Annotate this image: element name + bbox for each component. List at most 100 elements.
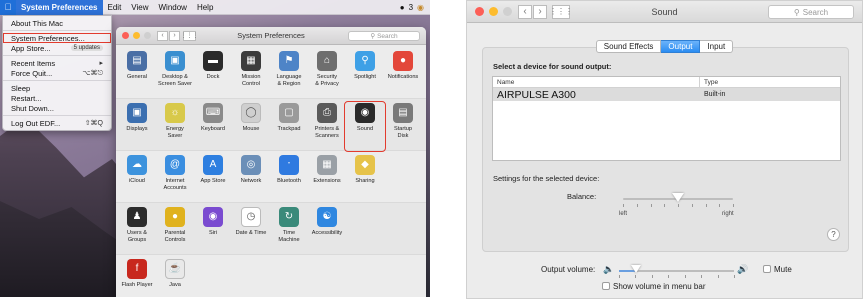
balance-tick (719, 204, 721, 207)
show-all-grid-icon[interactable]: ⋮⋮⋮ (181, 30, 199, 41)
output-device-table: Name Type AIRPULSE A300 Built-in (492, 76, 841, 161)
tab-sound-effects[interactable]: Sound Effects (595, 40, 662, 53)
menu-window[interactable]: Window (154, 3, 192, 12)
apple-menu-item[interactable]: Restart... (3, 93, 111, 103)
extension-icon[interactable]: ◉ (417, 3, 424, 12)
pref-pane-icloud[interactable]: ☁ iCloud (118, 155, 156, 202)
pref-pane-label: Mouse (242, 126, 260, 132)
volume-tick (701, 275, 703, 278)
cloud-icon: ☁ (127, 155, 147, 175)
table-row[interactable]: AIRPULSE A300 Built-in (493, 88, 840, 101)
column-header-name[interactable]: Name (493, 76, 700, 88)
apple-menu-item-label: Force Quit... (11, 68, 53, 78)
pref-pane-flash-player[interactable]: f Flash Player (118, 259, 156, 297)
apple-menu-item[interactable]: About This Mac (3, 18, 111, 28)
pref-pane-desktop-screen-saver[interactable]: ▣ Desktop & Screen Saver (156, 51, 194, 98)
back-icon[interactable]: ‹ (157, 30, 168, 41)
speaker-low-icon: 🔈 (603, 264, 615, 274)
pref-pane-mouse[interactable]: ◯ Mouse (232, 103, 270, 150)
device-name: AIRPULSE A300 (497, 88, 576, 101)
close-icon[interactable] (122, 32, 129, 39)
pref-pane-extensions[interactable]: ▦ Extensions (308, 155, 346, 202)
pref-pane-network[interactable]: ◎ Network (232, 155, 270, 202)
apple-menu-icon[interactable]:  (0, 0, 16, 15)
pref-pane-spotlight[interactable]: ⚲ Spotlight (346, 51, 384, 98)
pref-pane-label: Trackpad (277, 126, 301, 132)
volume-slider-knob[interactable] (631, 265, 642, 273)
pref-pane-parental-controls[interactable]: ● Parental Controls (156, 207, 194, 254)
menu-edit[interactable]: Edit (103, 3, 127, 12)
zoom-icon[interactable] (144, 32, 151, 39)
pref-pane-date-time[interactable]: ◷ Date & Time (232, 207, 270, 254)
flash-icon: f (127, 259, 147, 279)
pref-pane-accessibility[interactable]: ☯ Accessibility (308, 207, 346, 254)
pref-pane-trackpad[interactable]: ▢ Trackpad (270, 103, 308, 150)
notifications-icon: ● (393, 51, 413, 71)
pref-pane-users-groups[interactable]: ♟ Users & Groups (118, 207, 156, 254)
menu-help[interactable]: Help (192, 3, 218, 12)
prefs-row: f Flash Player ☕ Java (116, 255, 426, 297)
zoom-icon[interactable] (503, 7, 512, 16)
tab-output[interactable]: Output (661, 40, 701, 53)
pref-pane-dock[interactable]: ▬ Dock (194, 51, 232, 98)
menu-view[interactable]: View (126, 3, 153, 12)
minimize-icon[interactable] (489, 7, 498, 16)
pref-pane-label: Parental Controls (164, 230, 186, 243)
prefs-search-placeholder: Search (377, 32, 398, 40)
apple-menu-item[interactable]: System Preferences... (3, 33, 111, 43)
sharing-icon: ◆ (355, 155, 375, 175)
prefs-search-field[interactable]: ⚲ Search (348, 31, 420, 41)
pref-pane-label: Energy Saver (166, 126, 184, 139)
pref-pane-keyboard[interactable]: ⌨ Keyboard (194, 103, 232, 150)
pref-pane-general[interactable]: ▤ General (118, 51, 156, 98)
pref-pane-displays[interactable]: ▣ Displays (118, 103, 156, 150)
pref-pane-startup-disk[interactable]: ▤ Startup Disk (384, 103, 422, 150)
pref-pane-bluetooth[interactable]: ᛫ Bluetooth (270, 155, 308, 202)
balance-slider-knob[interactable] (672, 193, 684, 202)
apple-menu-item[interactable]: Shut Down... (3, 103, 111, 113)
pref-pane-language-region[interactable]: ⚑ Language & Region (270, 51, 308, 98)
apple-menu-item-label: Shut Down... (11, 103, 54, 113)
pref-pane-sharing[interactable]: ◆ Sharing (346, 155, 384, 202)
apple-menu-item[interactable]: Recent Items ▸ (3, 58, 111, 68)
pref-pane-printers-scanners[interactable]: ⎙ Printers & Scanners (308, 103, 346, 150)
user-icon[interactable]: ● (400, 3, 405, 12)
sound-search-field[interactable]: ⚲ Search (768, 5, 854, 19)
tab-input[interactable]: Input (700, 40, 734, 53)
forward-icon[interactable]: › (533, 4, 547, 19)
mute-label: Mute (774, 265, 792, 274)
menu-app-name[interactable]: System Preferences (16, 0, 103, 15)
pref-pane-time-machine[interactable]: ↻ Time Machine (270, 207, 308, 254)
pref-pane-security-privacy[interactable]: ⌂ Security & Privacy (308, 51, 346, 98)
output-volume-slider[interactable] (619, 265, 734, 273)
column-header-type[interactable]: Type (700, 79, 718, 86)
pref-pane-energy-saver[interactable]: ☼ Energy Saver (156, 103, 194, 150)
minimize-icon[interactable] (133, 32, 140, 39)
back-icon[interactable]: ‹ (518, 4, 532, 19)
help-button[interactable]: ? (827, 228, 840, 241)
pref-pane-notifications[interactable]: ● Notifications (384, 51, 422, 98)
forward-icon[interactable]: › (169, 30, 180, 41)
sound-preferences-window: ‹ › ⋮⋮⋮ Sound ⚲ Search Sound Effects Out… (466, 0, 863, 299)
house-icon: ⌂ (317, 51, 337, 71)
mute-checkbox[interactable] (763, 265, 771, 273)
pref-pane-mission-control[interactable]: ▦ Mission Control (232, 51, 270, 98)
show-all-grid-icon[interactable]: ⋮⋮⋮ (549, 4, 573, 19)
pref-pane-label: Accessibility (311, 230, 343, 236)
apple-menu-item[interactable]: App Store... 5 updates (3, 43, 111, 53)
apple-menu-shortcut: ⌥⌘⎋ (82, 69, 103, 77)
pref-pane-sound[interactable]: ◉ Sound (344, 101, 386, 152)
balance-slider[interactable] (623, 193, 733, 202)
mission-control-icon: ▦ (241, 51, 261, 71)
desktop-system-preferences:  System Preferences Edit View Window He… (0, 0, 430, 297)
pref-pane-internet-accounts[interactable]: @ Internet Accounts (156, 155, 194, 202)
show-volume-checkbox[interactable] (602, 282, 610, 290)
pref-pane-java[interactable]: ☕ Java (156, 259, 194, 297)
spotlight-icon: ⚲ (355, 51, 375, 71)
close-icon[interactable] (475, 7, 484, 16)
apple-menu-item[interactable]: Log Out EDF... ⇧⌘Q (3, 118, 111, 128)
pref-pane-siri[interactable]: ◉ Siri (194, 207, 232, 254)
apple-menu-item[interactable]: Sleep (3, 83, 111, 93)
apple-menu-item[interactable]: Force Quit... ⌥⌘⎋ (3, 68, 111, 78)
pref-pane-app-store[interactable]: A App Store (194, 155, 232, 202)
